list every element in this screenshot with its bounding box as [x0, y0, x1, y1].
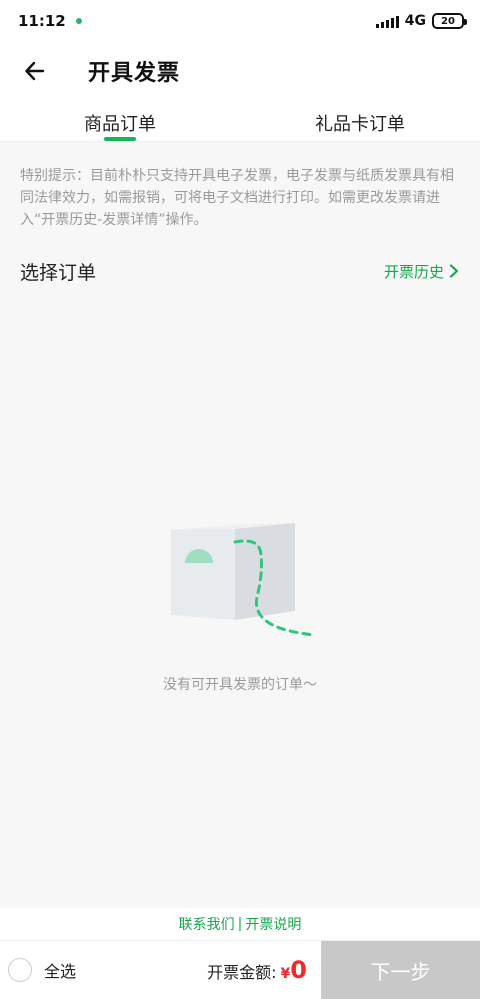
status-left: 11:12	[18, 12, 82, 30]
notification-dot-icon	[75, 18, 82, 24]
contact-us-link[interactable]: 联系我们	[179, 914, 235, 934]
invoice-notice: 特别提示：目前朴朴只支持开具电子发票，电子发票与纸质发票具有相同法律效力，如需报…	[20, 168, 454, 228]
status-bar: 11:12 4G 20	[0, 0, 480, 42]
page-title: 开具发票	[88, 61, 181, 86]
empty-box-icon	[171, 523, 317, 637]
status-time: 11:12	[18, 12, 66, 30]
help-separator: |	[237, 916, 243, 932]
header: 开具发票	[0, 42, 480, 100]
select-order-title: 选择订单	[20, 261, 97, 284]
arrow-left-icon	[25, 61, 45, 81]
help-bar: 联系我们 | 开票说明	[0, 908, 480, 940]
battery-level: 20	[441, 15, 455, 27]
select-all-toggle[interactable]: 全选	[0, 958, 190, 982]
status-right: 4G 20	[375, 13, 467, 29]
battery-icon: 20	[432, 13, 467, 29]
invoice-history-label: 开票历史	[383, 262, 444, 281]
network-type: 4G	[404, 13, 426, 29]
invoice-instructions-link[interactable]: 开票说明	[245, 914, 301, 934]
select-all-radio[interactable]	[8, 958, 32, 982]
select-all-label: 全选	[44, 962, 77, 981]
signal-icon	[375, 14, 399, 28]
invoice-amount: 开票金额: ¥ 0	[190, 956, 321, 984]
currency-symbol: ¥	[280, 966, 291, 982]
tab-bar: 商品订单 礼品卡订单	[0, 100, 480, 142]
select-order-row: 选择订单 开票历史	[20, 254, 460, 288]
bottom-bar: 全选 开票金额: ¥ 0 下一步	[0, 940, 480, 999]
next-step-button[interactable]: 下一步	[321, 940, 480, 999]
tab-gift-card-orders[interactable]: 礼品卡订单	[240, 100, 480, 141]
invoice-history-link[interactable]: 开票历史	[384, 261, 460, 282]
tab-goods-orders[interactable]: 商品订单	[0, 100, 240, 141]
invoice-amount-label: 开票金额:	[207, 963, 277, 982]
empty-state-message: 没有可开具发票的订单～	[163, 677, 317, 693]
back-button[interactable]	[0, 42, 70, 100]
chevron-right-icon	[449, 264, 459, 278]
invoice-amount-value: 0	[290, 956, 307, 984]
